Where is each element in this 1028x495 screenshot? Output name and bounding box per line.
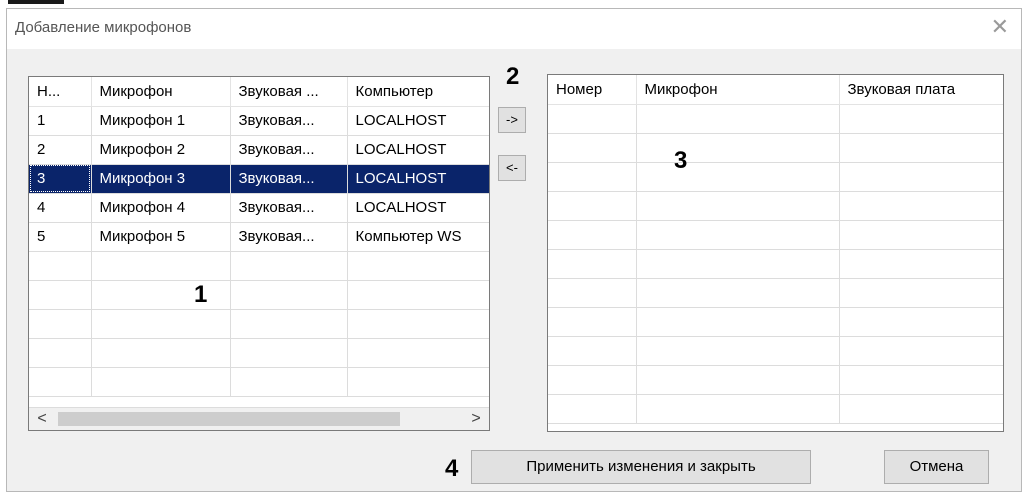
empty-row <box>548 191 1003 221</box>
dialog-title: Добавление микрофонов <box>15 19 192 36</box>
cell-number: 2 <box>29 135 92 165</box>
empty-row <box>29 367 489 397</box>
table-row[interactable]: 5 Микрофон 5 Звуковая... Компьютер WS <box>29 222 489 252</box>
column-header-sound-card[interactable]: Звуковая плата <box>839 75 1003 105</box>
empty-row <box>29 309 489 339</box>
cell-number: 4 <box>29 193 92 223</box>
annotation-2: 2 <box>506 63 520 90</box>
cell-microphone: Микрофон 3 <box>91 164 231 194</box>
selected-microphones-table[interactable]: Номер Микрофон Звуковая плата <box>547 74 1004 432</box>
title-bar: Добавление микрофонов ✕ <box>7 9 1021 49</box>
column-header-computer[interactable]: Компьютер <box>347 77 489 107</box>
column-header-number[interactable]: Номер <box>548 75 637 105</box>
horizontal-scrollbar[interactable]: < > <box>29 407 489 430</box>
scrollbar-thumb[interactable] <box>58 412 400 426</box>
table-header-row: Н... Микрофон Звуковая ... Компьютер <box>29 77 489 107</box>
add-microphones-dialog: Добавление микрофонов ✕ Н... Микрофон Зв… <box>6 8 1022 492</box>
annotation-4: 4 <box>445 455 459 482</box>
cell-computer: Компьютер WS <box>347 222 489 252</box>
cell-sound-card: Звуковая... <box>230 135 348 165</box>
cell-sound-card: Звуковая... <box>230 164 348 194</box>
cell-microphone: Микрофон 5 <box>91 222 231 252</box>
empty-row <box>548 162 1003 192</box>
table-row[interactable]: 4 Микрофон 4 Звуковая... LOCALHOST <box>29 193 489 223</box>
apply-and-close-button[interactable]: Применить изменения и закрыть <box>471 450 811 484</box>
table-row[interactable]: 2 Микрофон 2 Звуковая... LOCALHOST <box>29 135 489 165</box>
top-mark <box>8 0 64 4</box>
cancel-button[interactable]: Отмена <box>884 450 989 484</box>
cell-sound-card: Звуковая... <box>230 222 348 252</box>
cell-number: 5 <box>29 222 92 252</box>
cell-microphone: Микрофон 2 <box>91 135 231 165</box>
empty-row <box>548 307 1003 337</box>
annotation-1: 1 <box>194 281 208 308</box>
available-microphones-table[interactable]: Н... Микрофон Звуковая ... Компьютер 1 М… <box>28 76 490 431</box>
column-header-microphone[interactable]: Микрофон <box>636 75 840 105</box>
scroll-left-icon[interactable]: < <box>31 408 53 430</box>
cell-sound-card: Звуковая... <box>230 193 348 223</box>
column-header-sound-card[interactable]: Звуковая ... <box>230 77 348 107</box>
add-to-selected-button[interactable]: -> <box>498 107 526 133</box>
empty-row <box>548 278 1003 308</box>
table-row-selected[interactable]: 3 Микрофон 3 Звуковая... LOCALHOST <box>29 164 489 194</box>
cell-microphone: Микрофон 1 <box>91 106 231 136</box>
empty-row <box>548 133 1003 163</box>
empty-row <box>548 220 1003 250</box>
empty-row <box>29 251 489 281</box>
cell-number: 3 <box>29 164 92 194</box>
cell-number: 1 <box>29 106 92 136</box>
table-row[interactable]: 1 Микрофон 1 Звуковая... LOCALHOST <box>29 106 489 136</box>
cell-computer: LOCALHOST <box>347 164 489 194</box>
cell-microphone: Микрофон 4 <box>91 193 231 223</box>
annotation-3: 3 <box>674 147 688 174</box>
empty-row <box>548 336 1003 366</box>
empty-row <box>548 394 1003 424</box>
cell-sound-card: Звуковая... <box>230 106 348 136</box>
column-header-number[interactable]: Н... <box>29 77 92 107</box>
empty-row <box>29 280 489 310</box>
cell-computer: LOCALHOST <box>347 106 489 136</box>
cell-computer: LOCALHOST <box>347 135 489 165</box>
table-header-row: Номер Микрофон Звуковая плата <box>548 75 1003 105</box>
cell-computer: LOCALHOST <box>347 193 489 223</box>
empty-row <box>548 249 1003 279</box>
empty-row <box>548 365 1003 395</box>
scroll-right-icon[interactable]: > <box>465 408 487 430</box>
empty-row <box>29 338 489 368</box>
empty-row <box>548 104 1003 134</box>
close-icon[interactable]: ✕ <box>991 15 1009 39</box>
remove-from-selected-button[interactable]: <- <box>498 155 526 181</box>
column-header-microphone[interactable]: Микрофон <box>91 77 231 107</box>
